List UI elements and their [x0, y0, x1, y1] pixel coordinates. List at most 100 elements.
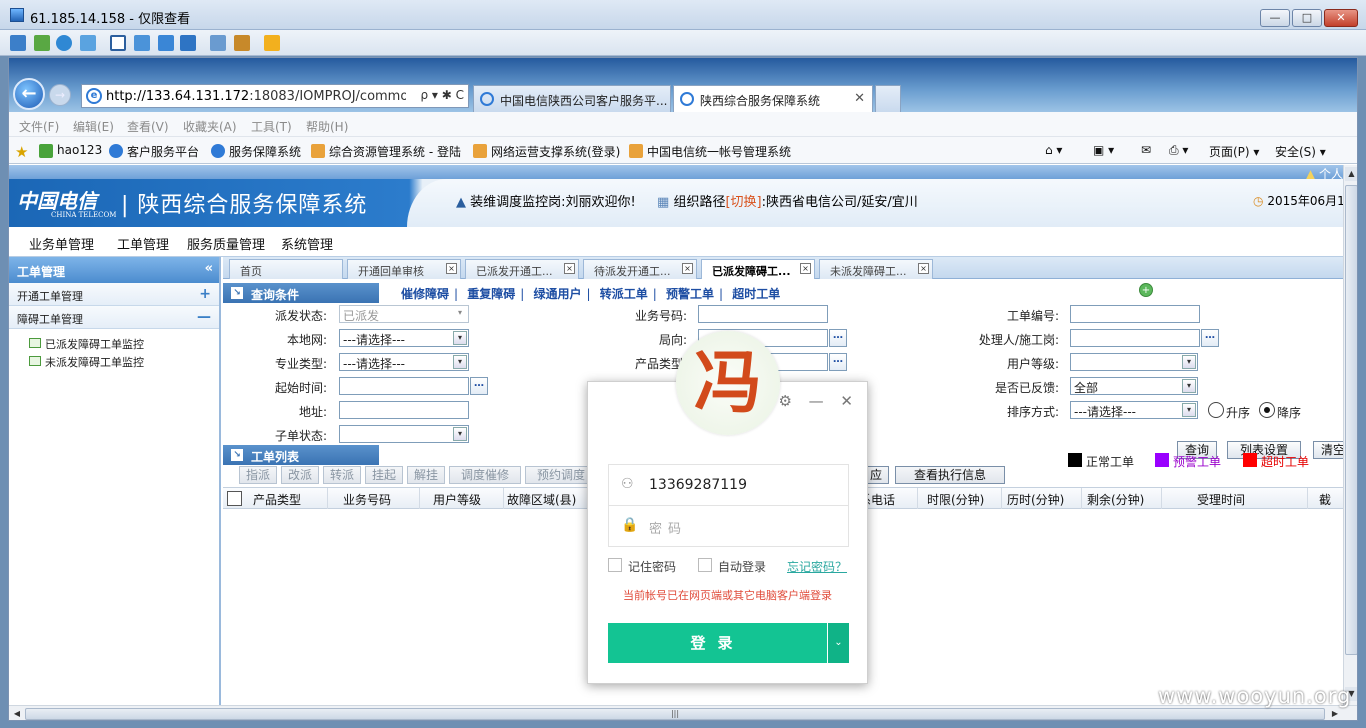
account-field[interactable]: ⚇ 13369287119 — [608, 464, 849, 506]
link-timeout-orders[interactable]: 超时工单 — [732, 287, 780, 301]
date-picker-button[interactable]: … — [470, 377, 488, 395]
home-icon[interactable]: ⌂ ▾ — [1045, 143, 1062, 157]
new-tab-button[interactable] — [875, 85, 901, 112]
col-user-level[interactable]: 用户等级 — [433, 491, 481, 508]
favorite-service-system[interactable]: 服务保障系统 — [211, 143, 301, 160]
chat-icon[interactable] — [80, 35, 96, 51]
order-no-input[interactable] — [1070, 305, 1200, 323]
dialog-tools[interactable]: ⚙ — ✕ — [778, 392, 859, 410]
vertical-scrollbar[interactable]: ▲ ▼ — [1343, 165, 1357, 705]
back-button[interactable]: ← — [13, 78, 45, 110]
handler-picker-button[interactable]: … — [1201, 329, 1219, 347]
assign-button[interactable]: 指派 — [239, 466, 277, 484]
link-urge-repair[interactable]: 催修障碍 — [401, 287, 449, 301]
col-business-no[interactable]: 业务号码 — [343, 491, 391, 508]
sidebar-group-fault[interactable]: 障碍工单管理 — — [9, 306, 219, 329]
handler-input[interactable] — [1070, 329, 1200, 347]
dispatch-urge-button[interactable]: 调度催修 — [449, 466, 521, 484]
user-level-select[interactable]: ▾ — [1070, 353, 1198, 371]
local-net-select[interactable]: ---请选择--- ▾ — [339, 329, 469, 347]
sort-select[interactable]: ---请选择--- ▾ — [1070, 401, 1198, 419]
col-accept-time[interactable]: 受理时间 — [1197, 491, 1245, 508]
auto-login-checkbox[interactable]: 自动登录 — [698, 558, 766, 575]
tab-undispatched-fault[interactable]: 未派发障碍工... × — [819, 259, 933, 279]
nav-service-quality[interactable]: 服务质量管理 — [187, 234, 265, 253]
link-repeat-fault[interactable]: 重复障碍 — [467, 287, 515, 301]
copy-icon[interactable] — [210, 35, 226, 51]
tab-close-icon[interactable]: × — [682, 263, 693, 274]
sidebar-group-provision[interactable]: 开通工单管理 + — [9, 283, 219, 306]
rss-icon[interactable]: ▣ ▾ — [1093, 143, 1114, 157]
favorite-account-system[interactable]: 中国电信统一帐号管理系统 — [629, 143, 791, 160]
tab-pending-provision[interactable]: 待派发开通工... × — [583, 259, 697, 279]
horizontal-scrollbar[interactable]: ◀ ||| ▶ — [9, 705, 1357, 720]
tab-close-icon[interactable]: × — [918, 263, 929, 274]
sort-desc-radio[interactable] — [1259, 402, 1275, 418]
zoom-icon[interactable] — [180, 35, 196, 51]
favorite-customer-platform[interactable]: 客户服务平台 — [109, 143, 199, 160]
transfer-button[interactable]: 转派 — [323, 466, 361, 484]
print-icon[interactable]: ⎙ ▾ — [1169, 143, 1188, 158]
tab-home[interactable]: 首页 — [229, 259, 343, 279]
feedback-select[interactable]: 全部 ▾ — [1070, 377, 1198, 395]
browser-tab-customer-service[interactable]: 中国电信陕西公司客户服务平... — [473, 85, 671, 112]
favorite-hao123[interactable]: hao123 — [39, 143, 102, 158]
sub-status-select[interactable]: ▾ — [339, 425, 469, 443]
clear-button[interactable]: 清空 — [1313, 441, 1343, 459]
password-field[interactable]: 🔒 密码 — [608, 505, 849, 547]
specialty-select[interactable]: ---请选择--- ▾ — [339, 353, 469, 371]
product-picker-button[interactable]: … — [829, 353, 847, 371]
address-bar[interactable]: e http://133.64.131.172:18083/IOMPROJ/co… — [81, 84, 469, 108]
nav-system[interactable]: 系统管理 — [281, 234, 333, 253]
col-fault-area[interactable]: 故障区域(县) — [507, 491, 576, 508]
view-execution-button[interactable]: 查看执行信息 — [895, 466, 1005, 484]
vertical-scroll-thumb[interactable] — [1345, 185, 1357, 655]
col-deadline[interactable]: 截 — [1319, 491, 1331, 508]
link-transferred[interactable]: 转派工单 — [600, 287, 648, 301]
disconnect-icon[interactable] — [264, 35, 280, 51]
tab-close-icon[interactable]: ✕ — [854, 91, 865, 106]
scroll-up-icon[interactable]: ▲ — [1345, 167, 1357, 181]
link-warning-orders[interactable]: 预警工单 — [666, 287, 714, 301]
start-time-input[interactable] — [339, 377, 469, 395]
menu-view[interactable]: 查看(V) — [127, 118, 169, 135]
sidebar-item-undispatched-fault[interactable]: 未派发障碍工单监控 — [9, 351, 219, 369]
phone-icon[interactable] — [56, 35, 72, 51]
login-button[interactable]: 登录 — [608, 623, 827, 663]
tab-close-icon[interactable]: × — [564, 263, 575, 274]
org-switch-link[interactable]: [切换] — [725, 195, 761, 210]
suspend-button[interactable]: 挂起 — [365, 466, 403, 484]
menu-tools[interactable]: 工具(T) — [251, 118, 292, 135]
collapse-group-icon[interactable]: — — [197, 309, 211, 325]
collapse-icon[interactable]: « — [205, 261, 213, 276]
forgot-password-link[interactable]: 忘记密码？ — [787, 558, 847, 575]
tab-provision-review[interactable]: 开通回单审核 × — [347, 259, 461, 279]
favorite-ops-system[interactable]: 网络运营支撑系统(登录) — [473, 143, 620, 160]
menu-edit[interactable]: 编辑(E) — [73, 118, 114, 135]
favorite-resource-system[interactable]: 综合资源管理系统 - 登陆 — [311, 143, 461, 160]
col-time-limit[interactable]: 时限(分钟) — [927, 491, 984, 508]
forward-button[interactable]: → — [49, 84, 71, 106]
sidebar-item-dispatched-fault[interactable]: 已派发障碍工单监控 — [9, 333, 219, 351]
select-all-checkbox[interactable] — [227, 491, 242, 506]
tab-dispatched-provision[interactable]: 已派发开通工... × — [465, 259, 579, 279]
address-controls[interactable]: ρ ▾ ✱ C — [420, 88, 464, 102]
nav-business-orders[interactable]: 业务单管理 — [29, 234, 94, 253]
horizontal-scroll-thumb[interactable]: ||| — [25, 708, 1325, 720]
safety-menu[interactable]: 安全(S) ▾ — [1275, 143, 1326, 160]
tab-close-icon[interactable]: × — [446, 263, 457, 274]
login-options-chevron-icon[interactable]: ⌄ — [828, 623, 849, 663]
monitor-icon[interactable] — [10, 35, 26, 51]
expand-arrow-icon[interactable]: ↘ — [231, 449, 243, 461]
minimize-button[interactable]: — — [1260, 9, 1290, 27]
sort-asc-radio[interactable] — [1208, 402, 1224, 418]
tools-icon[interactable] — [234, 35, 250, 51]
fullscreen-icon[interactable] — [110, 35, 126, 51]
link-green-users[interactable]: 绿通用户 — [534, 287, 582, 301]
nav-work-orders[interactable]: 工单管理 — [117, 234, 169, 253]
address-input[interactable] — [339, 401, 469, 419]
address-url[interactable]: http://133.64.131.172:18083/IOMPROJ/comm… — [106, 89, 406, 104]
close-button[interactable]: ✕ — [1324, 9, 1358, 27]
favorites-star-icon[interactable]: ★ — [15, 143, 28, 161]
col-remaining[interactable]: 剩余(分钟) — [1087, 491, 1144, 508]
